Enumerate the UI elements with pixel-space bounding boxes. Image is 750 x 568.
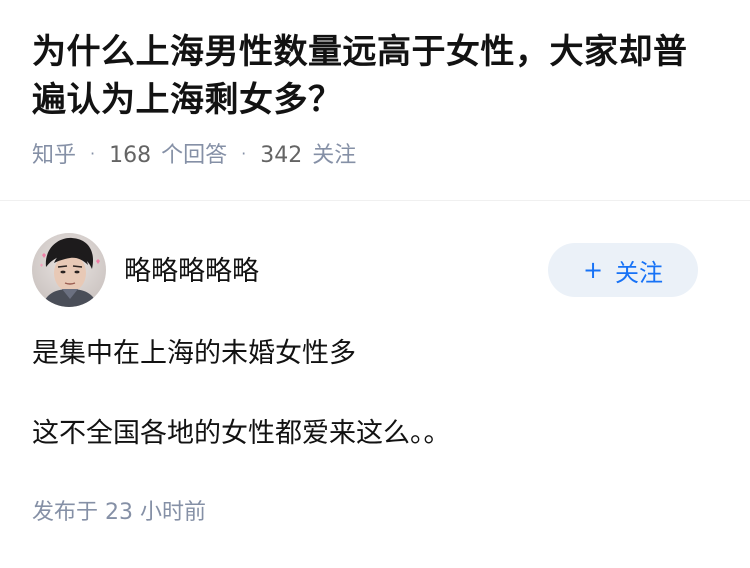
- author-row: 略略略略略 + 关注: [32, 232, 718, 308]
- separator-dot: ·: [241, 143, 247, 163]
- follower-count: 342: [260, 143, 303, 168]
- zhihu-answer-page: 为什么上海男性数量远高于女性，大家却普遍认为上海剩女多？ 知乎 · 168 个回答…: [0, 0, 750, 568]
- publish-time-label: 发布于: [32, 500, 99, 525]
- section-divider: [0, 200, 750, 201]
- follow-button-label: 关注: [615, 258, 664, 287]
- follower-count-link[interactable]: 342 关注: [260, 137, 356, 169]
- answer-count-link[interactable]: 168 个回答: [109, 137, 227, 169]
- answer-count: 168: [109, 143, 152, 168]
- source-label[interactable]: 知乎: [32, 137, 76, 169]
- answer-content: 是集中在上海的未婚女性多 这不全国各地的女性都爱来这么。。: [32, 336, 718, 452]
- publish-time: 发布于 23 小时前: [32, 494, 718, 526]
- avatar-image: [32, 233, 106, 307]
- answer-card: 略略略略略 + 关注 是集中在上海的未婚女性多 这不全国各地的女性都爱来这么。。…: [0, 232, 750, 526]
- answer-count-label: 个回答: [161, 143, 228, 168]
- follow-button[interactable]: + 关注: [548, 243, 698, 297]
- follower-count-label: 关注: [312, 143, 357, 168]
- answer-paragraph: 是集中在上海的未婚女性多: [32, 338, 356, 369]
- question-title[interactable]: 为什么上海男性数量远高于女性，大家却普遍认为上海剩女多？: [32, 28, 718, 124]
- avatar[interactable]: [32, 233, 106, 307]
- question-meta: 知乎 · 168 个回答 · 342 关注: [32, 138, 718, 168]
- answer-paragraph: 这不全国各地的女性都爱来这么。。: [32, 418, 451, 449]
- separator-dot: ·: [90, 143, 96, 163]
- author-name[interactable]: 略略略略略: [124, 249, 548, 288]
- question-header: 为什么上海男性数量远高于女性，大家却普遍认为上海剩女多？ 知乎 · 168 个回答…: [0, 0, 750, 168]
- publish-time-value: 23 小时前: [105, 500, 207, 525]
- plus-icon: +: [582, 256, 604, 284]
